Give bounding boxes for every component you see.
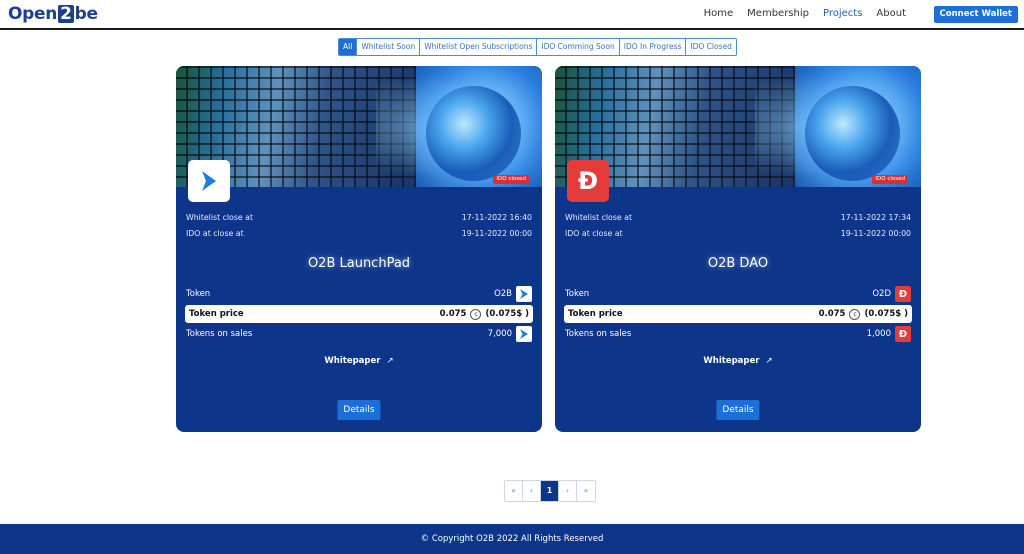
logo-text-left: Open [8,4,58,24]
whitepaper-label: Whitepaper [324,356,381,366]
status-badge: IDO closed [872,175,908,184]
external-link-icon: ↗ [386,356,394,366]
ido-close-label: IDO at close at [565,229,623,238]
tokens-on-sales-row: Tokens on sales 1,000 Đ [565,326,911,342]
ido-close-value: 19-11-2022 00:00 [840,229,911,238]
project-banner-image [176,66,542,187]
page-next-button[interactable]: › [559,481,577,501]
token-label: Token [186,289,211,299]
token-label: Token [565,289,590,299]
tab-whitelist-open[interactable]: Whitelist Open Subscriptions [420,39,538,55]
whitelist-close-label: Whitelist close at [565,213,632,222]
nav-home[interactable]: Home [704,8,734,19]
tokens-on-sales-row: Tokens on sales 7,000 [186,326,532,342]
project-card: IDO closed Whitelist close at 17-11-2022… [176,66,542,432]
tab-whitelist-soon[interactable]: Whitelist Soon [357,39,421,55]
page-prev-button[interactable]: ‹ [523,481,541,501]
whitepaper-link[interactable]: Whitepaper ↗ [176,356,542,366]
whitelist-close-row: Whitelist close at 17-11-2022 16:40 [186,213,532,222]
token-value: O2B [494,289,512,299]
nav-about[interactable]: About [876,8,906,19]
top-navbar: Open 2 be Home Membership Projects About C… [0,0,1024,30]
filter-tabs: All Whitelist Soon Whitelist Open Subscr… [338,38,737,56]
coin-icon: c [849,308,861,320]
token-price-label: Token price [568,309,623,319]
whitelist-close-label: Whitelist close at [186,213,253,222]
page-current[interactable]: 1 [541,481,559,501]
coin-icon: c [470,308,482,320]
token-price-label: Token price [189,309,244,319]
token-row: Token O2B [186,286,532,302]
tab-ido-closed[interactable]: IDO Closed [686,39,736,55]
token-price-value: 0.075 [439,309,467,319]
connect-wallet-button[interactable]: Connect Wallet [933,6,1018,23]
whitelist-close-value: 17-11-2022 16:40 [461,213,532,222]
logo-text-right: be [74,4,98,24]
token-price-usd: (0.075$ ) [485,309,529,319]
whitelist-close-row: Whitelist close at 17-11-2022 17:34 [565,213,911,222]
ido-close-label: IDO at close at [186,229,244,238]
tab-ido-coming-soon[interactable]: IDO Comming Soon [537,39,620,55]
status-badge: IDO closed [493,175,529,184]
token-price-row: Token price 0.075 c (0.075$ ) [185,305,533,323]
tokens-on-sales-label: Tokens on sales [186,329,253,339]
token-price-value: 0.075 [818,309,846,319]
details-button[interactable]: Details [337,400,381,420]
logo[interactable]: Open 2 be [8,4,98,24]
project-banner-image [555,66,921,187]
token-price-row: Token price 0.075 c (0.075$ ) [564,305,912,323]
tokens-on-sales-label: Tokens on sales [565,329,632,339]
dao-d-icon: Đ [895,326,911,342]
dao-d-icon: Đ [567,160,609,202]
token-value: O2D [872,289,891,299]
project-card: IDO closed Đ Whitelist close at 17-11-20… [555,66,921,432]
tokens-on-sales-value: 7,000 [487,329,512,339]
main-nav: Home Membership Projects About [704,8,906,19]
ido-close-row: IDO at close at 19-11-2022 00:00 [186,229,532,238]
details-button[interactable]: Details [716,400,760,420]
pagination: « ‹ 1 › » [504,480,596,502]
ido-close-row: IDO at close at 19-11-2022 00:00 [565,229,911,238]
page-first-button[interactable]: « [505,481,523,501]
token-row: Token O2D Đ [565,286,911,302]
whitepaper-link[interactable]: Whitepaper ↗ [555,356,921,366]
project-title: O2B DAO [707,256,769,271]
whitepaper-label: Whitepaper [703,356,760,366]
project-title: O2B LaunchPad [307,256,411,271]
external-link-icon: ↗ [765,356,773,366]
tab-all[interactable]: All [339,39,358,55]
token-icon [516,326,532,342]
dao-d-icon: Đ [895,286,911,302]
nav-membership[interactable]: Membership [747,8,809,19]
nav-projects[interactable]: Projects [823,8,862,19]
logo-text-mid: 2 [58,4,74,24]
footer: © Copyright O2B 2022 All Rights Reserved [0,524,1024,554]
token-icon [516,286,532,302]
copyright-text: © Copyright O2B 2022 All Rights Reserved [420,534,604,544]
tokens-on-sales-value: 1,000 [866,329,891,339]
whitelist-close-value: 17-11-2022 17:34 [840,213,911,222]
token-price-usd: (0.075$ ) [864,309,908,319]
tab-ido-in-progress[interactable]: IDO In Progress [619,39,687,55]
ido-close-value: 19-11-2022 00:00 [461,229,532,238]
page-last-button[interactable]: » [577,481,595,501]
play-arrow-icon [188,160,230,202]
